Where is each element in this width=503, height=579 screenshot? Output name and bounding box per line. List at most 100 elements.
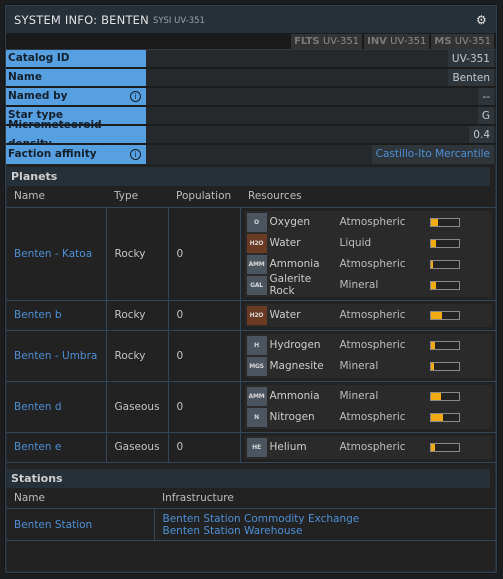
resource-abundance-bar <box>429 238 460 248</box>
resource-abundance-fill <box>430 239 437 247</box>
window-subtitle: SYSI UV-351 <box>152 15 205 26</box>
gear-icon[interactable]: ⚙ <box>476 14 488 26</box>
resource-name: Water <box>269 237 301 249</box>
resource-abundance-bar <box>429 217 460 227</box>
code-key: FLTS <box>294 36 320 47</box>
planet-name-link[interactable]: Benten - Katoa <box>6 207 106 301</box>
resource-icon: H <box>246 335 267 355</box>
info-label: Faction affinity i <box>6 145 146 164</box>
resource-abundance-bar <box>429 391 460 401</box>
info-label: Catalog ID <box>6 50 146 67</box>
stations-section-header: Stations <box>6 468 490 488</box>
info-row: Name Benten <box>6 69 496 88</box>
resource-name: Ammonia <box>269 390 320 402</box>
resource-item[interactable]: N Nitrogen Atmospheric <box>246 407 491 428</box>
resource-name: Ammonia <box>269 258 320 270</box>
resource-item[interactable]: H Hydrogen Atmospheric <box>246 335 491 356</box>
planets-table: Name Type Population Resources Benten - … <box>6 186 496 463</box>
resource-item[interactable]: H2O Water Atmospheric <box>246 305 491 326</box>
info-value-text: 0.4 <box>469 126 494 143</box>
info-row: Micrometeoroid density 0.4 <box>6 119 496 150</box>
resource-abundance-fill <box>430 443 436 451</box>
code-chip-inv: INV UV-351 <box>364 34 430 49</box>
resource-kind: Atmospheric <box>339 411 406 423</box>
col-infrastructure: Infrastructure <box>154 487 496 509</box>
resource-item[interactable]: AMM Ammonia Mineral <box>246 386 491 407</box>
resource-abundance-bar <box>429 442 460 452</box>
info-icon[interactable]: i <box>130 91 141 102</box>
resource-item[interactable]: HE Helium Atmospheric <box>246 437 491 458</box>
planet-name-link[interactable]: Benten e <box>6 432 106 463</box>
resource-kind: Mineral <box>339 360 379 372</box>
info-label: Named by i <box>6 88 146 105</box>
planet-population: 0 <box>167 207 240 301</box>
info-label: Name <box>6 69 146 86</box>
resource-item[interactable]: GAL Galerite Rock Mineral <box>246 273 491 297</box>
resource-item[interactable]: H2O Water Liquid <box>246 233 491 254</box>
infrastructure-link[interactable]: Benten Station Commodity Exchange <box>163 513 497 525</box>
planet-population: 0 <box>167 432 240 463</box>
code-key: INV <box>367 36 387 47</box>
info-value: Benten <box>146 69 496 86</box>
code-key: MS <box>434 36 452 47</box>
planet-type: Rocky <box>105 330 168 382</box>
planet-type: Rocky <box>105 300 168 331</box>
station-infrastructure: Benten Station Commodity Exchange Benten … <box>153 508 497 541</box>
code-value: UV-351 <box>319 36 360 47</box>
resource-kind: Atmospheric <box>339 309 406 321</box>
planet-type: Rocky <box>105 207 168 301</box>
resource-icon: MGS <box>246 356 267 376</box>
resource-name: Oxygen <box>269 216 310 228</box>
planet-row: Benten - Katoa Rocky 0 O Oxygen Atmospheric H2… <box>6 207 496 301</box>
info-value: G <box>146 107 496 124</box>
info-value: 0.4 <box>146 126 496 143</box>
planet-name-link[interactable]: Benten - Umbra <box>6 330 106 382</box>
station-row: Benten Station Benten Station Commodity E… <box>6 508 497 541</box>
planet-name-link[interactable]: Benten b <box>6 300 106 331</box>
code-value: UV-351 <box>386 36 427 47</box>
info-value-text: UV-351 <box>447 50 494 67</box>
planet-name-link[interactable]: Benten d <box>6 381 106 433</box>
planet-resources: AMM Ammonia Mineral N Nitrogen Atmospheric <box>239 381 496 433</box>
infrastructure-link[interactable]: Benten Station Warehouse <box>163 525 497 537</box>
resource-abundance-fill <box>430 311 443 319</box>
info-value-text: Benten <box>448 69 494 86</box>
station-name-link[interactable]: Benten Station <box>6 508 154 541</box>
resource-icon: H2O <box>246 233 267 253</box>
planet-row: Benten - Umbra Rocky 0 H Hydrogen Atmospheric… <box>6 330 496 382</box>
resource-abundance-fill <box>430 218 439 226</box>
system-codes: FLTS UV-351 INV UV-351 MS UV-351 <box>6 34 496 50</box>
resource-item[interactable]: O Oxygen Atmospheric <box>246 212 491 233</box>
resource-item[interactable]: MGS Magnesite Mineral <box>246 356 491 377</box>
resource-item[interactable]: AMM Ammonia Atmospheric <box>246 254 491 275</box>
col-resources: Resources <box>240 186 496 208</box>
info-value-text: -- <box>478 88 494 105</box>
resource-group: H2O Water Atmospheric <box>244 303 492 327</box>
info-icon[interactable]: i <box>130 149 141 160</box>
faction-link[interactable]: Castillo-Ito Mercantile <box>371 145 494 164</box>
resource-icon: O <box>246 212 267 232</box>
resource-name: Magnesite <box>269 360 324 372</box>
resource-icon: H2O <box>246 305 267 325</box>
resource-kind: Liquid <box>339 237 372 249</box>
code-chip-ms: MS UV-351 <box>431 34 494 49</box>
resource-abundance-fill <box>430 260 434 268</box>
resource-icon: GAL <box>246 275 267 295</box>
info-value: UV-351 <box>146 50 496 67</box>
info-label: Micrometeoroid density <box>6 119 146 150</box>
planet-resources: HE Helium Atmospheric <box>239 432 496 463</box>
resource-group: H Hydrogen Atmospheric MGS Magnesite Mineral <box>244 333 492 378</box>
code-chip-flts: FLTS UV-351 <box>291 34 363 49</box>
resource-abundance-bar <box>429 259 460 269</box>
planet-row: Benten d Gaseous 0 AMM Ammonia Mineral N Nitrog… <box>6 381 496 433</box>
resource-icon: AMM <box>246 386 267 406</box>
planet-resources: O Oxygen Atmospheric H2O Water Liquid AMM Ammon… <box>239 207 496 301</box>
planet-type: Gaseous <box>105 381 168 433</box>
title-bar[interactable]: SYSTEM INFO: BENTEN SYSI UV-351 ⚙ <box>6 6 496 34</box>
info-row: Faction affinity i Castillo-Ito Mercantile <box>6 145 496 164</box>
resource-group: AMM Ammonia Mineral N Nitrogen Atmospheric <box>244 384 492 429</box>
resource-icon: N <box>246 407 267 427</box>
info-label-text: Faction affinity <box>8 148 97 160</box>
planet-resources: H Hydrogen Atmospheric MGS Magnesite Mineral <box>239 330 496 382</box>
col-station-name: Name <box>6 487 154 509</box>
